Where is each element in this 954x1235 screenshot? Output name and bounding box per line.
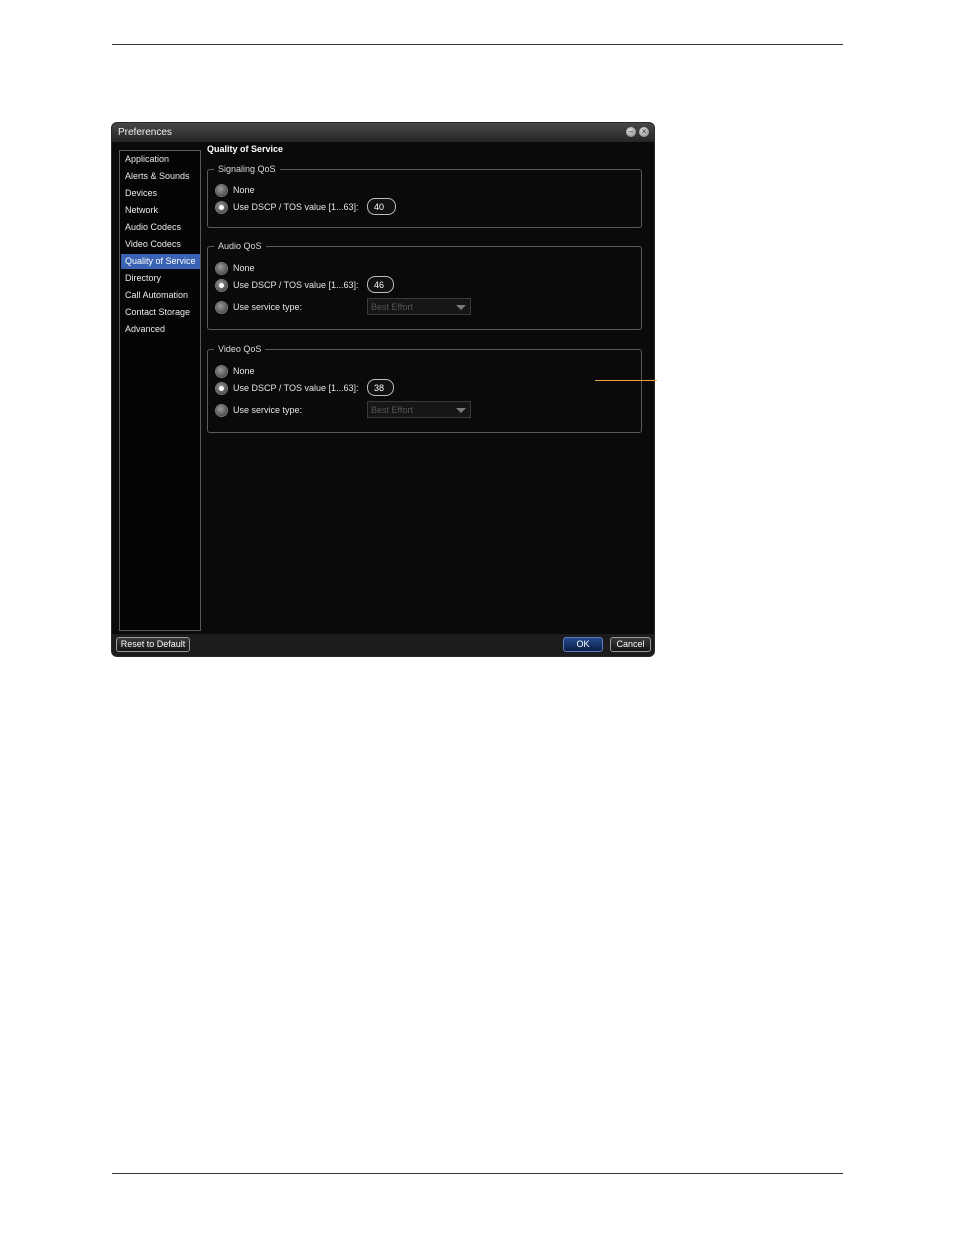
sidebar-item-quality-of-service[interactable]: Quality of Service — [121, 254, 200, 269]
audio-qos-group: Audio QoS None Use DSCP / TOS value [1..… — [207, 240, 642, 330]
sidebar-item-application[interactable]: Application — [121, 152, 200, 167]
video-none-radio[interactable] — [216, 366, 227, 377]
video-service-radio[interactable] — [216, 405, 227, 416]
audio-none-label[interactable]: None — [233, 263, 255, 274]
signaling-qos-group: Signaling QoS None Use DSCP / TOS value … — [207, 163, 642, 228]
video-dscp-input[interactable]: 38 — [367, 379, 394, 396]
sidebar-item-contact-storage[interactable]: Contact Storage — [121, 305, 200, 320]
video-dscp-label[interactable]: Use DSCP / TOS value [1...63]: — [233, 383, 359, 394]
video-service-value: Best Effort — [371, 405, 413, 415]
audio-service-radio[interactable] — [216, 302, 227, 313]
audio-service-value: Best Effort — [371, 302, 413, 312]
sidebar-item-call-automation[interactable]: Call Automation — [121, 288, 200, 303]
cancel-button[interactable]: Cancel — [610, 637, 651, 652]
audio-service-label[interactable]: Use service type: — [233, 302, 302, 313]
sidebar-item-devices[interactable]: Devices — [121, 186, 200, 201]
page-top-rule — [112, 44, 843, 45]
sidebar-item-directory[interactable]: Directory — [121, 271, 200, 286]
signaling-dscp-radio[interactable] — [216, 202, 227, 213]
signaling-none-label[interactable]: None — [233, 185, 255, 196]
sidebar-item-network[interactable]: Network — [121, 203, 200, 218]
video-qos-legend: Video QoS — [214, 343, 266, 355]
signaling-none-radio[interactable] — [216, 185, 227, 196]
audio-none-radio[interactable] — [216, 263, 227, 274]
callout-line — [595, 380, 657, 381]
signaling-qos-legend: Signaling QoS — [214, 163, 280, 175]
chevron-down-icon — [456, 305, 466, 310]
chevron-down-icon — [456, 408, 466, 413]
page-bottom-rule — [112, 1173, 843, 1174]
dialog-footer: Reset to Default OK Cancel — [112, 634, 654, 656]
video-qos-group: Video QoS None Use DSCP / TOS value [1..… — [207, 343, 642, 433]
ok-button[interactable]: OK — [563, 637, 603, 652]
close-icon[interactable]: × — [639, 127, 649, 137]
video-service-select[interactable]: Best Effort — [367, 401, 471, 418]
signaling-dscp-label[interactable]: Use DSCP / TOS value [1...63]: — [233, 202, 359, 213]
sidebar-item-alerts-sounds[interactable]: Alerts & Sounds — [121, 169, 200, 184]
audio-qos-legend: Audio QoS — [214, 240, 266, 252]
preferences-sidebar: Application Alerts & Sounds Devices Netw… — [119, 150, 201, 631]
audio-dscp-radio[interactable] — [216, 280, 227, 291]
minimize-icon[interactable]: – — [626, 127, 636, 137]
reset-to-default-button[interactable]: Reset to Default — [116, 637, 190, 652]
panel-heading: Quality of Service — [207, 144, 284, 154]
video-dscp-radio[interactable] — [216, 383, 227, 394]
audio-service-select[interactable]: Best Effort — [367, 298, 471, 315]
title-bar: Preferences – × — [112, 123, 654, 142]
sidebar-item-advanced[interactable]: Advanced — [121, 322, 200, 337]
sidebar-item-video-codecs[interactable]: Video Codecs — [121, 237, 200, 252]
sidebar-item-audio-codecs[interactable]: Audio Codecs — [121, 220, 200, 235]
video-none-label[interactable]: None — [233, 366, 255, 377]
preferences-window: Preferences – × Application Alerts & Sou… — [112, 123, 654, 656]
window-title: Preferences — [118, 127, 172, 138]
audio-dscp-input[interactable]: 46 — [367, 276, 394, 293]
signaling-dscp-input[interactable]: 40 — [367, 198, 396, 215]
audio-dscp-label[interactable]: Use DSCP / TOS value [1...63]: — [233, 280, 359, 291]
video-service-label[interactable]: Use service type: — [233, 405, 302, 416]
